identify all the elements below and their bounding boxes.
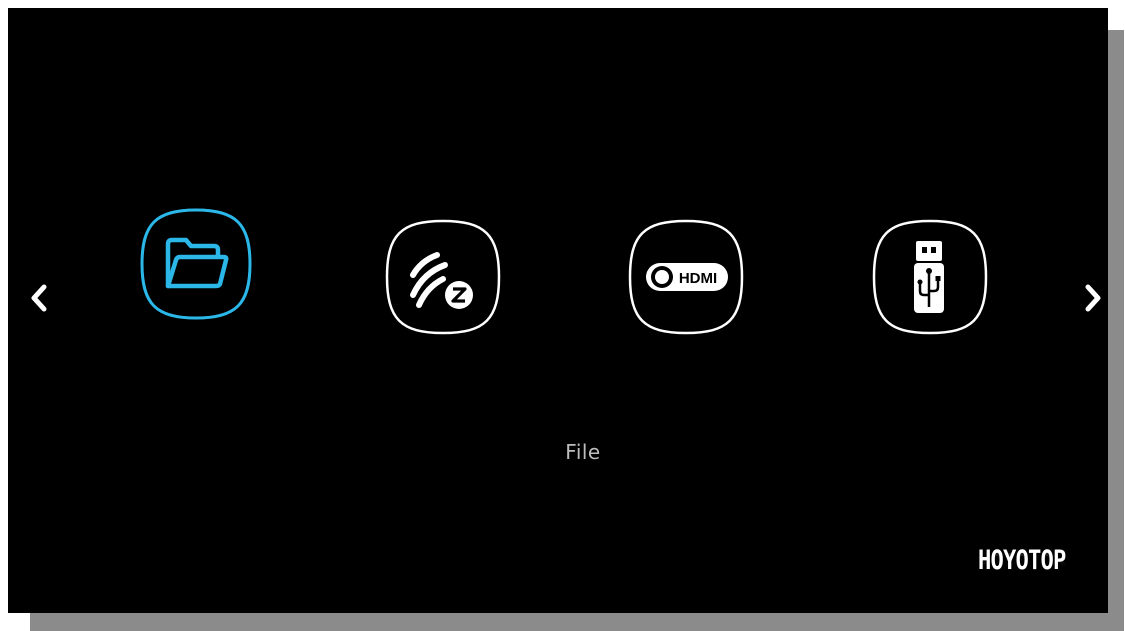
screenshot-frame: HDMI File HOYOTOP HOYOTOP (0, 0, 1125, 631)
chevron-left-icon (31, 284, 47, 312)
brand-reflection: HOYOTOP (978, 546, 1066, 577)
hdmi-icon: HDMI (628, 219, 744, 335)
folder-icon (140, 208, 252, 320)
usb-drive-icon (872, 219, 988, 335)
brand-logo: HOYOTOP HOYOTOP (978, 544, 1098, 614)
selected-item-label: File (565, 440, 601, 464)
ezcast-icon (385, 219, 501, 335)
tile-usb[interactable] (870, 217, 990, 337)
tile-hdmi[interactable]: HDMI (626, 217, 746, 337)
tile-ezcast[interactable] (383, 217, 503, 337)
tile-file[interactable] (136, 204, 256, 324)
tv-home-screen: HDMI File HOYOTOP HOYOTOP (8, 8, 1108, 613)
previous-arrow-button[interactable] (28, 278, 50, 318)
next-arrow-button[interactable] (1082, 278, 1104, 318)
hdmi-icon-text: HDMI (679, 270, 717, 287)
chevron-right-icon (1085, 284, 1101, 312)
